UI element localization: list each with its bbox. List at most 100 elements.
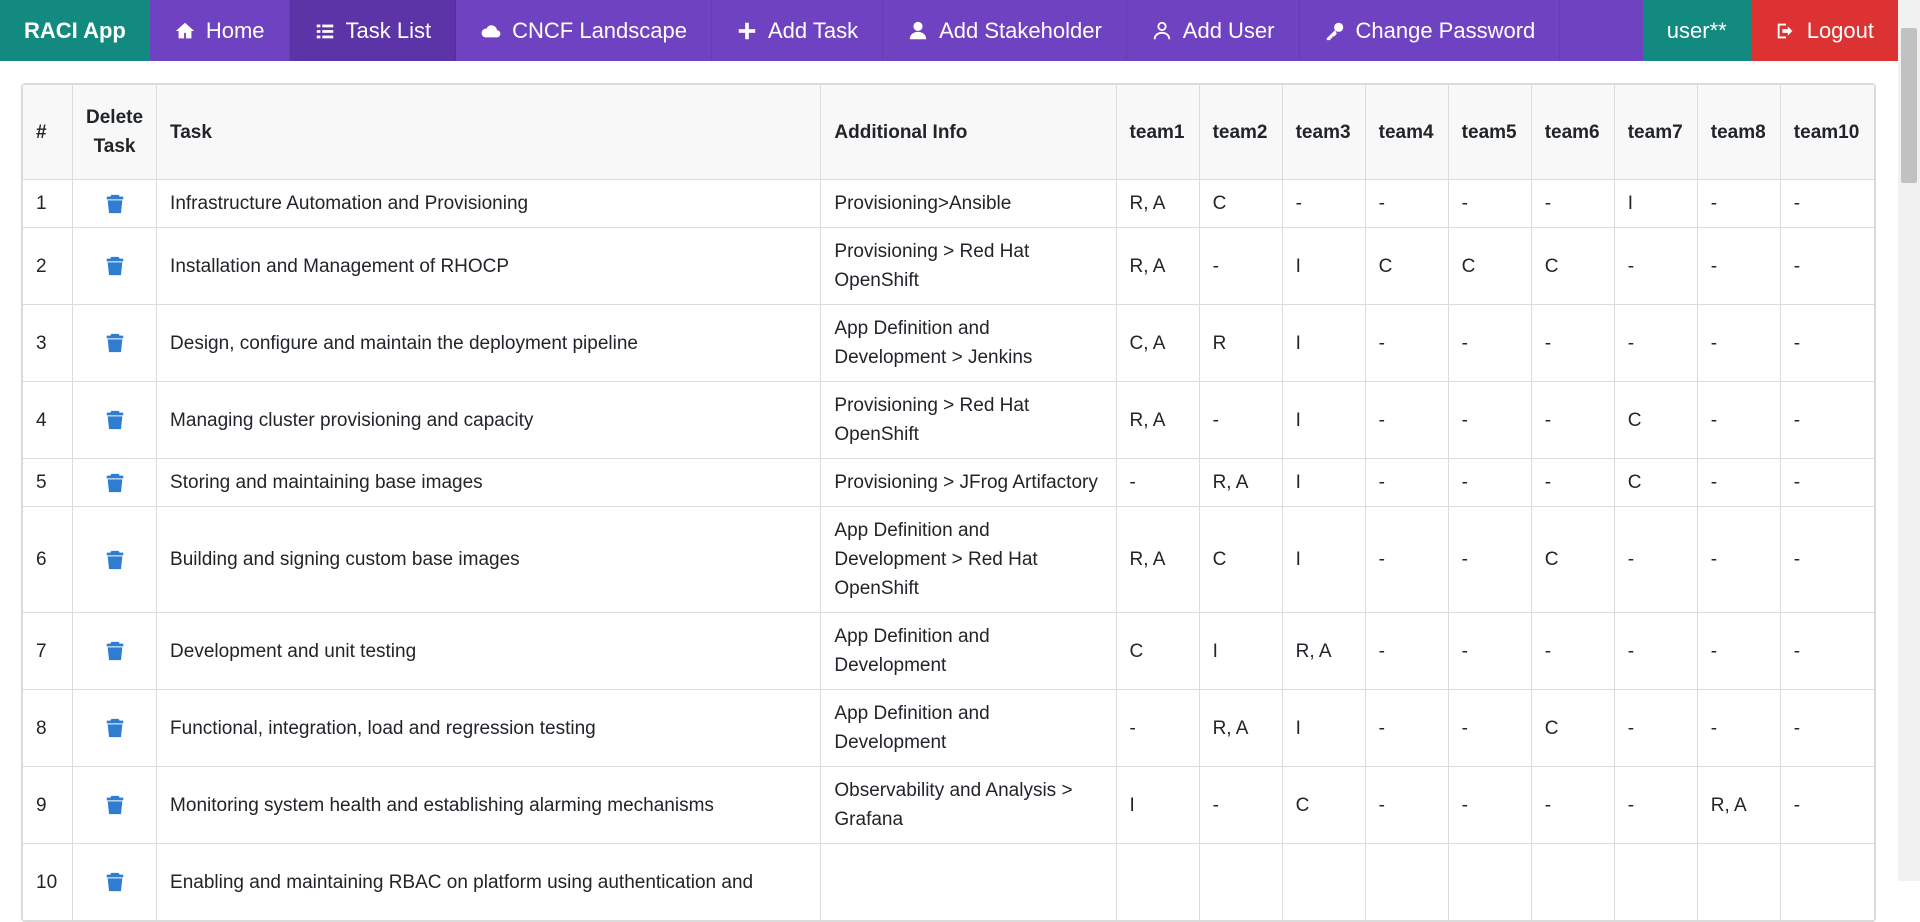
raci-cell: - [1530, 179, 1615, 228]
raci-cell: - [1613, 227, 1698, 305]
nav-item-change-password[interactable]: Change Password [1300, 0, 1561, 61]
raci-cell: - [1364, 381, 1449, 459]
raci-cell [1779, 843, 1875, 921]
additional-info: Observability and Analysis > Grafana [820, 766, 1117, 844]
table-row: 3 Design, configure and maintain the depl… [22, 304, 1875, 382]
raci-cell: I [1281, 506, 1366, 613]
trash-icon[interactable] [104, 872, 126, 893]
trash-icon[interactable] [104, 641, 126, 662]
nav-item-label: Change Password [1355, 17, 1536, 43]
top-navbar: RACI App Home Task List CNCF Landscape A… [0, 0, 1898, 61]
additional-info: App Definition and Development [820, 689, 1117, 767]
raci-cell: - [1696, 458, 1781, 507]
brand-logo[interactable]: RACI App [0, 0, 150, 61]
task-table-container: # Delete Task Task Additional Info team1… [21, 83, 1876, 922]
trash-icon[interactable] [104, 795, 126, 816]
raci-cell: C [1530, 506, 1615, 613]
table-row: 2 Installation and Management of RHOCP Pro… [22, 227, 1875, 305]
task-name: Infrastructure Automation and Provisioni… [156, 179, 822, 228]
raci-cell: R, A [1696, 766, 1781, 844]
raci-cell: I [1198, 612, 1283, 690]
raci-cell [1115, 843, 1200, 921]
raci-cell: R, A [1115, 227, 1200, 305]
nav-item-home[interactable]: Home [150, 0, 290, 61]
raci-cell: - [1198, 766, 1283, 844]
additional-info: Provisioning > JFrog Artifactory [820, 458, 1117, 507]
task-name: Storing and maintaining base images [156, 458, 822, 507]
nav-item-cncf-landscape[interactable]: CNCF Landscape [456, 0, 712, 61]
raci-cell: - [1364, 179, 1449, 228]
trash-icon[interactable] [104, 718, 126, 739]
raci-cell: R [1198, 304, 1283, 382]
task-name: Building and signing custom base images [156, 506, 822, 613]
cloud-icon [480, 20, 502, 42]
task-name: Monitoring system health and establishin… [156, 766, 822, 844]
raci-cell [1281, 843, 1366, 921]
delete-cell [72, 179, 158, 228]
raci-cell: - [1779, 612, 1875, 690]
raci-cell: C [1364, 227, 1449, 305]
delete-cell [72, 689, 158, 767]
raci-cell: C [1613, 458, 1698, 507]
additional-info [820, 843, 1117, 921]
header-team7: team7 [1613, 84, 1698, 180]
raci-cell: - [1530, 458, 1615, 507]
logout-button[interactable]: Logout [1750, 0, 1898, 61]
raci-cell: - [1198, 381, 1283, 459]
nav-item-add-task[interactable]: Add Task [712, 0, 884, 61]
raci-cell: - [1530, 612, 1615, 690]
raci-cell: C [1281, 766, 1366, 844]
user-icon [907, 20, 929, 42]
raci-cell: - [1530, 304, 1615, 382]
row-number: 6 [22, 506, 74, 613]
raci-cell: R, A [1115, 381, 1200, 459]
delete-cell [72, 381, 158, 459]
trash-icon[interactable] [104, 193, 126, 214]
raci-cell: - [1364, 458, 1449, 507]
raci-cell [1198, 843, 1283, 921]
trash-icon[interactable] [104, 549, 126, 570]
header-team6: team6 [1530, 84, 1615, 180]
raci-cell: - [1281, 179, 1366, 228]
row-number: 9 [22, 766, 74, 844]
nav-item-add-stakeholder[interactable]: Add Stakeholder [883, 0, 1127, 61]
delete-cell [72, 766, 158, 844]
raci-cell: - [1447, 612, 1532, 690]
task-name: Development and unit testing [156, 612, 822, 690]
table-header-row: # Delete Task Task Additional Info team1… [22, 84, 1875, 180]
nav-item-label: Add User [1182, 17, 1275, 43]
trash-icon[interactable] [104, 410, 126, 431]
task-table: # Delete Task Task Additional Info team1… [22, 84, 1875, 921]
raci-cell: - [1447, 766, 1532, 844]
row-number: 3 [22, 304, 74, 382]
raci-cell [1447, 843, 1532, 921]
table-row: 1 Infrastructure Automation and Provision… [22, 179, 1875, 228]
header-team1: team1 [1115, 84, 1200, 180]
raci-cell [1530, 843, 1615, 921]
nav-items: Home Task List CNCF Landscape Add Task A… [150, 0, 1561, 61]
row-number: 4 [22, 381, 74, 459]
raci-cell [1696, 843, 1781, 921]
raci-cell: - [1779, 506, 1875, 613]
raci-cell: I [1281, 304, 1366, 382]
raci-cell: - [1198, 227, 1283, 305]
user-outline-icon [1151, 20, 1173, 42]
header-team5: team5 [1447, 84, 1532, 180]
raci-cell: - [1364, 304, 1449, 382]
additional-info: App Definition and Development [820, 612, 1117, 690]
scrollbar-thumb[interactable] [1901, 28, 1917, 183]
raci-cell: - [1613, 689, 1698, 767]
raci-cell: R, A [1115, 179, 1200, 228]
vertical-scrollbar[interactable] [1898, 0, 1920, 881]
user-name[interactable]: user** [1642, 0, 1751, 61]
nav-item-add-user[interactable]: Add User [1127, 0, 1300, 61]
task-name: Installation and Management of RHOCP [156, 227, 822, 305]
nav-item-task-list[interactable]: Task List [289, 0, 457, 61]
trash-icon[interactable] [104, 333, 126, 354]
trash-icon[interactable] [104, 472, 126, 493]
raci-cell: - [1613, 766, 1698, 844]
trash-icon[interactable] [104, 256, 126, 277]
raci-cell: - [1447, 458, 1532, 507]
header-delete: Delete Task [72, 84, 158, 180]
nav-item-label: Add Stakeholder [939, 17, 1102, 43]
